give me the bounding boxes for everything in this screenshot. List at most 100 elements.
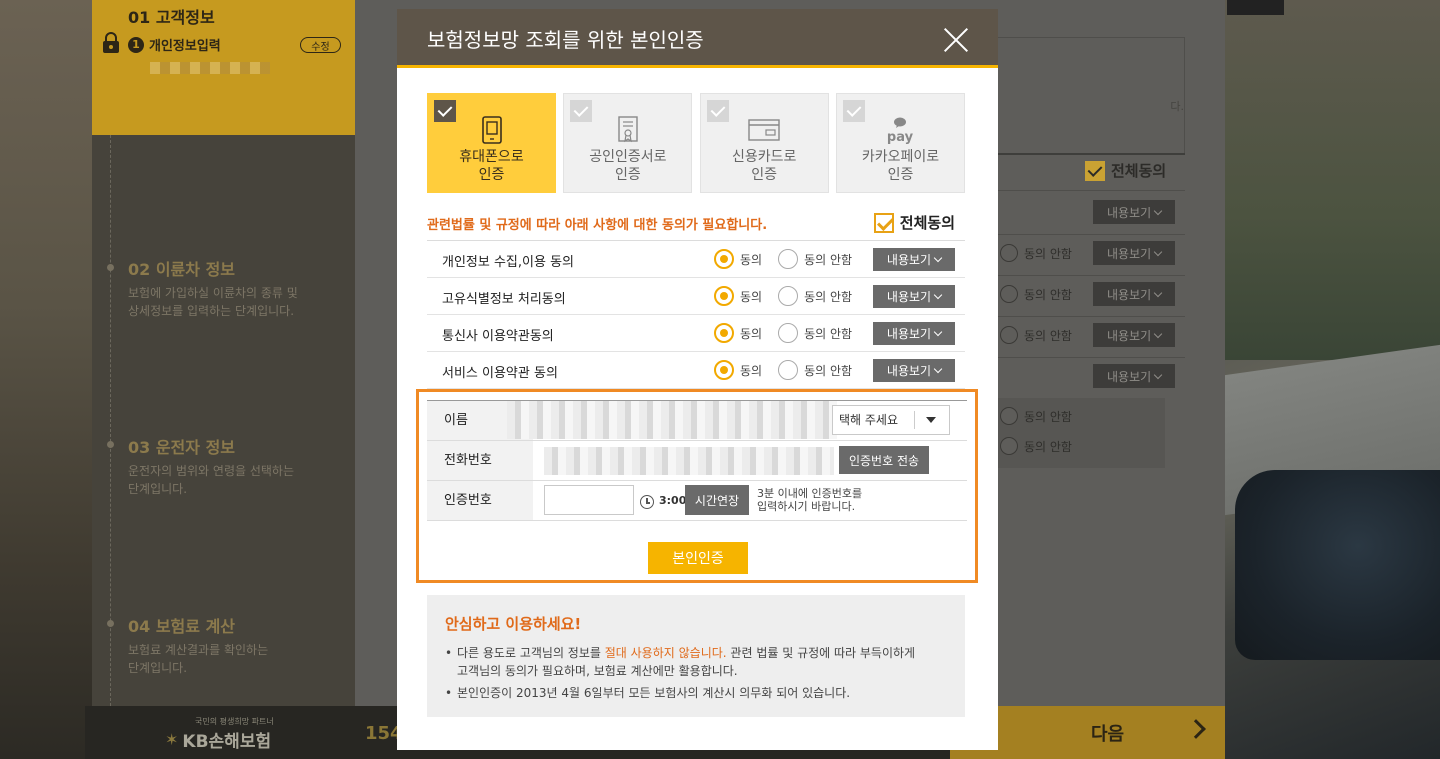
step-4-title: 04 보험료 계산 (128, 617, 236, 636)
blurred-personal-info (150, 62, 270, 74)
lock-icon (103, 32, 119, 53)
check-icon (842, 100, 865, 122)
modal-header: 보험정보망 조회를 위한 본인인증 (397, 9, 998, 68)
code-row: 인증번호 3:00 시간연장 3분 이내에 인증번호를 입력하시기 바랍니다. (427, 481, 967, 521)
tab-label: 신용카드로 인증 (731, 149, 797, 183)
background-view-button[interactable]: 내용보기 (1093, 241, 1175, 265)
next-label: 다음 (1090, 723, 1125, 745)
check-icon (434, 100, 456, 122)
consent-notice-row: 관련법률 및 규정에 따라 아래 사항에 대한 동의가 필요합니다. 전체동의 (427, 208, 965, 241)
background-divider (998, 275, 1185, 276)
chevron-down-icon (933, 290, 943, 300)
disagree-label: 동의 안함 (804, 289, 853, 304)
background-disagree-radio[interactable]: 동의 안함 (1000, 244, 1072, 262)
tab-label: 휴대폰으로 인증 (459, 149, 524, 183)
identity-verification-modal: 보험정보망 조회를 위한 본인인증 휴대폰으로 인증 공인인증서로 인증 신용카… (397, 9, 998, 750)
background-all-agree[interactable]: 전체동의 (1085, 160, 1166, 181)
check-icon (706, 100, 729, 122)
background-grass (1225, 0, 1440, 360)
background-disagree-radio[interactable]: 동의 안함 (1000, 437, 1072, 455)
background-disagree-radio[interactable]: 동의 안함 (1000, 326, 1072, 344)
auth-form-table: 이름 택해 주세요 전화번호 인증번호 전송 인증번호 3:00 시간연장 3분… (427, 400, 967, 521)
top-right-button[interactable] (1227, 0, 1284, 15)
step-2-desc-line2: 상세정보를 입력하는 단계입니다. (128, 304, 295, 318)
disagree-label: 동의 안함 (804, 326, 853, 341)
step-2-desc-line1: 보험에 가입하실 이륜차의 종류 및 (128, 286, 298, 300)
tab-phone-auth[interactable]: 휴대폰으로 인증 (427, 93, 556, 193)
all-agree-checkbox[interactable]: 전체동의 (873, 212, 955, 233)
kb-star-icon: ✶ (165, 730, 179, 749)
background-view-button[interactable]: 내용보기 (1093, 364, 1175, 388)
tab-credit-card-auth[interactable]: 신용카드로 인증 (699, 93, 829, 193)
close-icon[interactable] (944, 28, 968, 52)
extend-time-button[interactable]: 시간연장 (685, 485, 749, 515)
tab-label: 카카오페이로 인증 (861, 149, 940, 183)
chevron-down-icon (933, 253, 943, 263)
agree-radio[interactable] (714, 286, 734, 306)
consent-row-service-terms: 서비스 이용약관 동의 동의 동의 안함 내용보기 (427, 352, 965, 389)
verify-identity-button[interactable]: 본인인증 (648, 542, 748, 574)
view-details-button[interactable]: 내용보기 (873, 359, 955, 382)
active-step-block: 01 고객정보 1 개인정보입력 수정 (92, 0, 355, 135)
tab-label: 공인인증서로 인증 (589, 149, 667, 183)
step-2-dot (107, 264, 114, 271)
step-3-desc-line1: 운전자의 범위와 연령을 선택하는 (128, 464, 295, 478)
disagree-radio[interactable] (778, 249, 799, 269)
consent-radio-group: 동의 동의 안함 (714, 360, 868, 380)
tab-certificate-auth[interactable]: 공인인증서로 인증 (563, 93, 693, 193)
modal-title: 보험정보망 조회를 위한 본인인증 (427, 28, 704, 52)
auth-method-tabs: 휴대폰으로 인증 공인인증서로 인증 신용카드로 인증 pay 카카오페이로 인… (427, 93, 965, 193)
carrier-select[interactable]: 택해 주세요 (832, 405, 950, 435)
select-separator (914, 411, 915, 429)
agree-radio[interactable] (714, 323, 734, 343)
code-input[interactable] (544, 485, 634, 515)
disagree-radio[interactable] (778, 286, 799, 306)
disagree-radio[interactable] (778, 323, 799, 343)
background-view-button[interactable]: 내용보기 (1093, 323, 1175, 347)
phone-row: 전화번호 인증번호 전송 (427, 441, 967, 481)
agree-radio[interactable] (714, 360, 734, 380)
background-view-button[interactable]: 내용보기 (1093, 200, 1175, 224)
background-disagree-radio[interactable]: 동의 안함 (1000, 285, 1072, 303)
agree-label: 동의 (740, 363, 763, 378)
background-car (1235, 470, 1440, 660)
carrier-select-value: 택해 주세요 (839, 413, 899, 427)
blurred-name-input[interactable] (507, 401, 837, 439)
safety-notice-title: 안심하고 이용하세요! (445, 615, 582, 633)
background-all-agree-label: 전체동의 (1111, 162, 1167, 180)
view-details-button[interactable]: 내용보기 (873, 285, 955, 308)
disagree-label: 동의 안함 (804, 252, 853, 267)
code-label: 인증번호 (427, 481, 533, 520)
background-photo-right (1225, 0, 1440, 759)
blurred-phone-input[interactable] (544, 447, 834, 475)
agree-radio[interactable] (714, 249, 734, 269)
consent-radio-group: 동의 동의 안함 (714, 249, 868, 269)
step-2-desc: 보험에 가입하실 이륜차의 종류 및 상세정보를 입력하는 단계입니다. (128, 284, 298, 320)
step-4-desc-line2: 단계입니다. (128, 661, 188, 675)
tab-kakaopay-auth[interactable]: pay 카카오페이로 인증 (835, 93, 965, 193)
background-view-button[interactable]: 내용보기 (1093, 282, 1175, 306)
chevron-down-icon (933, 327, 943, 337)
svg-text:pay: pay (887, 130, 914, 144)
send-code-button[interactable]: 인증번호 전송 (839, 446, 929, 474)
consent-row-carrier-terms: 통신사 이용약관동의 동의 동의 안함 내용보기 (427, 315, 965, 352)
code-hint-line1: 3분 이내에 인증번호를 (757, 487, 863, 500)
background-divider (998, 357, 1185, 358)
edit-button[interactable]: 수정 (300, 37, 341, 53)
consent-name: 통신사 이용약관동의 (442, 329, 554, 344)
background-photo-left (0, 0, 92, 759)
agree-label: 동의 (740, 252, 763, 267)
phone-label: 전화번호 (427, 441, 533, 480)
consent-radio-group: 동의 동의 안함 (714, 323, 868, 343)
check-icon (570, 100, 593, 122)
all-agree-label: 전체동의 (899, 214, 955, 232)
caret-down-icon (926, 417, 936, 423)
safety-notice-box: 안심하고 이용하세요! 다른 용도로 고객님의 정보를 절대 사용하지 않습니다… (427, 595, 965, 717)
view-details-button[interactable]: 내용보기 (873, 248, 955, 271)
view-details-button[interactable]: 내용보기 (873, 322, 955, 345)
consent-name: 개인정보 수집,이용 동의 (442, 255, 574, 270)
kb-logo: 국민의 평생희망 파트너 ✶ KB손해보험 (165, 716, 274, 752)
background-disagree-radio[interactable]: 동의 안함 (1000, 407, 1072, 425)
step-4-desc-line1: 보험료 계산결과를 확인하는 (128, 643, 269, 657)
disagree-radio[interactable] (778, 360, 799, 380)
